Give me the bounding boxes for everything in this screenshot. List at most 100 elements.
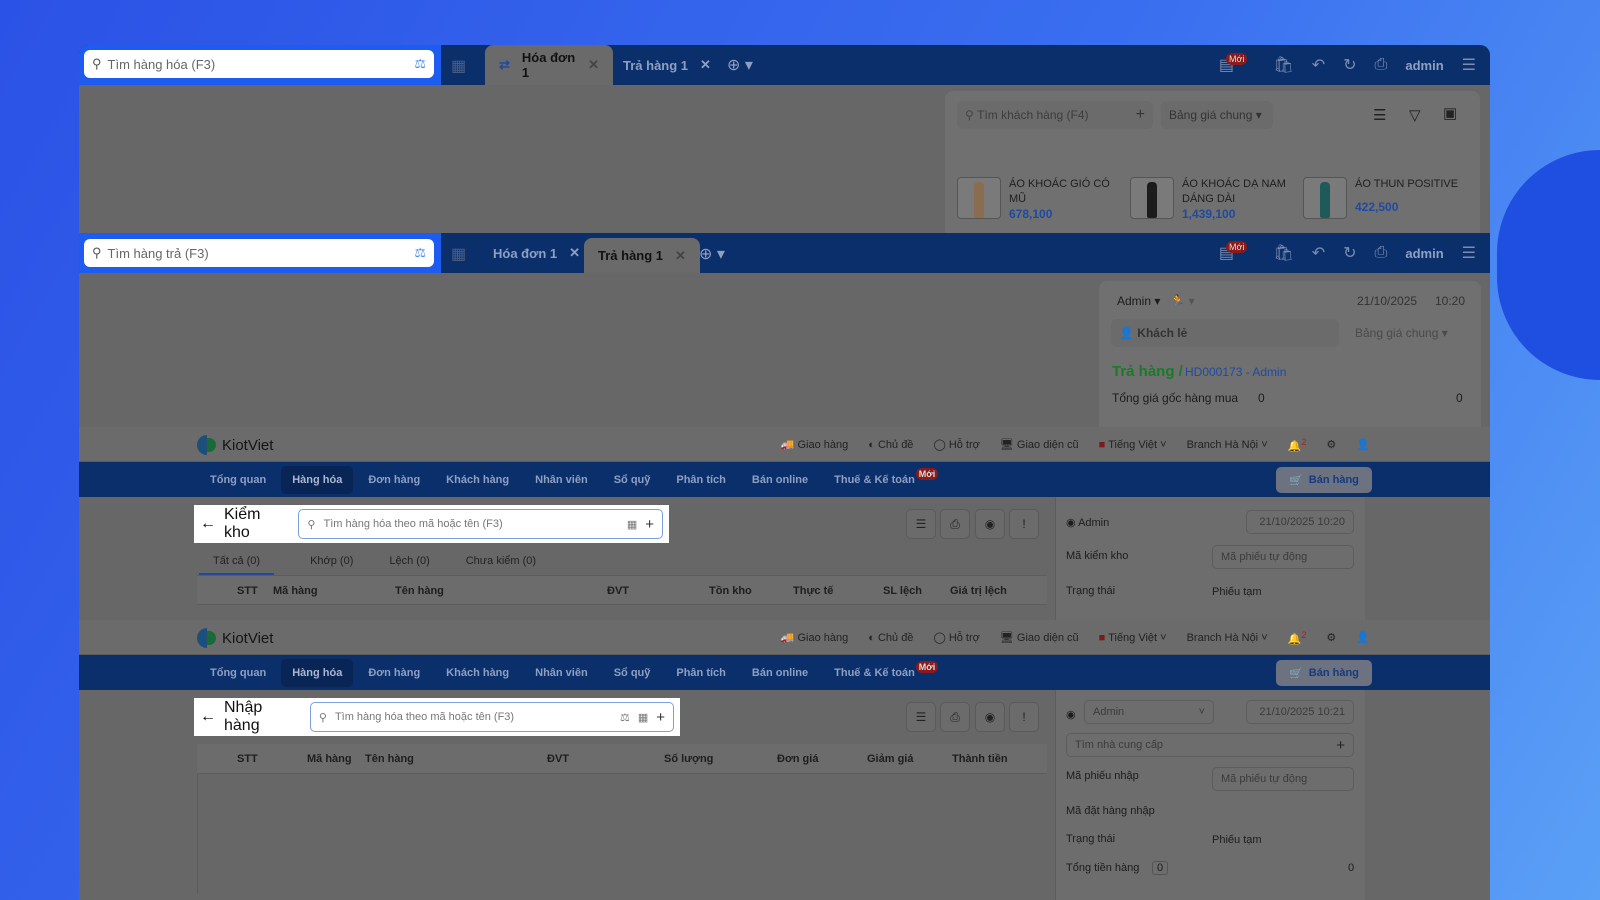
nav-cashbook[interactable]: Sổ quỹ	[603, 466, 662, 494]
nav-products[interactable]: Hàng hóa	[281, 658, 354, 687]
printer-icon[interactable]: ⎙	[1375, 244, 1388, 262]
info-button[interactable]: !	[1009, 702, 1039, 732]
product-card[interactable]: ÁO KHOÁC DẠ NAM DÁNG DÀI 1,439,100	[1130, 177, 1292, 221]
printer-icon[interactable]: ⎙	[1375, 56, 1388, 74]
language-select[interactable]: ■ Tiếng Việt ˅	[1099, 632, 1167, 644]
close-icon[interactable]: ✕	[675, 248, 686, 264]
settings-button[interactable]: ☰	[906, 509, 936, 539]
info-button[interactable]: !	[1009, 509, 1039, 539]
kiotviet-logo[interactable]: KiotViet	[197, 628, 273, 648]
add-icon[interactable]: +	[1136, 106, 1145, 124]
product-search-input[interactable]: ⚲ Tìm hàng hóa (F3) ⚖	[84, 50, 434, 78]
support-link[interactable]: ◯ Hỗ trợ	[933, 438, 979, 451]
sync-icon[interactable]: ↻	[1343, 243, 1356, 263]
product-card[interactable]: ÁO KHOÁC GIÓ CÓ MŨ 678,100	[957, 177, 1119, 221]
language-select[interactable]: ■ Tiếng Việt ˅	[1099, 439, 1167, 451]
product-search-input[interactable]: ⚲ Tìm hàng hóa theo mã hoặc tên (F3) ▦ +	[298, 509, 663, 539]
nav-tax[interactable]: Thuế & Kế toán	[823, 466, 926, 494]
nav-orders[interactable]: Đơn hàng	[357, 466, 431, 494]
supplier-search-input[interactable]: Tìm nhà cung cấp +	[1066, 733, 1354, 757]
nav-online[interactable]: Bán online	[741, 466, 819, 494]
close-icon[interactable]: ✕	[700, 57, 711, 73]
filter-matched[interactable]: Khớp (0)	[310, 555, 353, 575]
customer-search-input[interactable]: ⚲ Tìm khách hàng (F4) +	[957, 101, 1153, 129]
add-tab-icon[interactable]: ⊕ ▾	[699, 244, 725, 264]
filter-icon[interactable]: ▽	[1409, 106, 1421, 124]
customer-field[interactable]: 👤 Khách lẻ	[1111, 319, 1339, 347]
filter-diff[interactable]: Lệch (0)	[389, 555, 429, 575]
theme-link[interactable]: ◐ Chủ đề	[868, 439, 913, 451]
invoice-link[interactable]: HD000173 - Admin	[1185, 365, 1286, 379]
support-link[interactable]: ◯ Hỗ trợ	[933, 631, 979, 644]
price-list-select[interactable]: Bảng giá chung ▾	[1355, 326, 1448, 340]
view-button[interactable]: ◉	[975, 509, 1005, 539]
add-icon[interactable]: +	[645, 516, 654, 533]
print-button[interactable]: ⎙	[940, 702, 970, 732]
user-menu[interactable]: admin	[1405, 58, 1443, 73]
user-menu[interactable]: admin	[1405, 246, 1443, 261]
datetime-field[interactable]: 21/10/2025 10:20	[1246, 510, 1354, 534]
branch-select[interactable]: Branch Hà Nội ˅	[1187, 632, 1268, 644]
filter-all[interactable]: Tất cả (0)	[199, 555, 275, 575]
sync-icon[interactable]: ↻	[1343, 55, 1356, 75]
price-list-select[interactable]: Bảng giá chung ▾	[1161, 101, 1273, 129]
nav-tax[interactable]: Thuế & Kế toán	[823, 659, 926, 687]
avatar[interactable]: 👤	[1356, 438, 1370, 451]
old-ui-link[interactable]: 🖥 Giao diện cũ	[1000, 438, 1079, 451]
nav-employees[interactable]: Nhân viên	[524, 659, 599, 687]
nav-products[interactable]: Hàng hóa	[281, 465, 354, 494]
barcode-scan-icon[interactable]: ▦	[451, 244, 466, 264]
nav-cashbook[interactable]: Sổ quỹ	[603, 659, 662, 687]
avatar[interactable]: 👤	[1356, 631, 1370, 644]
menu-icon[interactable]: ☰	[1462, 243, 1476, 263]
close-icon[interactable]: ✕	[569, 245, 580, 261]
order-icon[interactable]: ▤Mới	[1219, 241, 1256, 263]
bag-icon[interactable]: 🛍	[1273, 243, 1293, 263]
stocktake-code-input[interactable]: Mã phiếu tự động	[1212, 545, 1354, 569]
grid-icon[interactable]: ▦	[627, 518, 637, 531]
gear-icon[interactable]: ⚙	[1326, 631, 1336, 644]
tab-return-1[interactable]: Trả hàng 1 ✕	[609, 45, 725, 85]
nav-employees[interactable]: Nhân viên	[524, 466, 599, 494]
nav-online[interactable]: Bán online	[741, 659, 819, 687]
add-icon[interactable]: +	[656, 709, 665, 726]
nav-customers[interactable]: Khách hàng	[435, 466, 520, 494]
barcode-scan-icon[interactable]: ▦	[451, 56, 466, 76]
return-search-input[interactable]: ⚲ Tìm hàng trả (F3) ⚖	[84, 239, 434, 267]
delivery-link[interactable]: 🚚 Giao hàng	[781, 631, 849, 644]
undo-icon[interactable]: ↶	[1312, 55, 1325, 75]
bag-icon[interactable]: 🛍	[1273, 55, 1293, 75]
settings-button[interactable]: ☰	[906, 702, 936, 732]
branch-select[interactable]: Branch Hà Nội ˅	[1187, 439, 1268, 451]
kiotviet-logo[interactable]: KiotViet	[197, 435, 273, 455]
menu-icon[interactable]: ☰	[1462, 55, 1476, 75]
nav-customers[interactable]: Khách hàng	[435, 659, 520, 687]
tab-invoice-1[interactable]: Hóa đơn 1 ✕	[479, 233, 594, 273]
filter-unchecked[interactable]: Chưa kiểm (0)	[466, 555, 536, 575]
product-search-input[interactable]: ⚲ Tìm hàng hóa theo mã hoặc tên (F3) ⚖ ▦ +	[309, 702, 674, 732]
bell-icon[interactable]: 🔔2	[1288, 437, 1307, 453]
grid-icon[interactable]: ▦	[638, 711, 648, 724]
add-tab-icon[interactable]: ⊕ ▾	[727, 55, 753, 75]
nav-analytics[interactable]: Phân tích	[665, 466, 737, 494]
scale-icon[interactable]: ⚖	[620, 711, 630, 724]
back-arrow-icon[interactable]: ←	[200, 708, 216, 726]
seller-select[interactable]: Admin ▾ 🏃 ▾	[1117, 294, 1195, 308]
nav-analytics[interactable]: Phân tích	[665, 659, 737, 687]
product-card[interactable]: ÁO THUN POSITIVE 422,500	[1303, 177, 1465, 219]
datetime-field[interactable]: 21/10/2025 10:21	[1246, 700, 1354, 724]
order-icon[interactable]: ▤Mới	[1219, 53, 1256, 75]
image-view-icon[interactable]: ▣	[1443, 104, 1457, 122]
nav-orders[interactable]: Đơn hàng	[357, 659, 431, 687]
gear-icon[interactable]: ⚙	[1326, 438, 1336, 451]
undo-icon[interactable]: ↶	[1312, 243, 1325, 263]
date-field[interactable]: 21/10/2025	[1357, 294, 1417, 308]
user-select[interactable]: Admin ˅	[1084, 700, 1214, 724]
view-button[interactable]: ◉	[975, 702, 1005, 732]
sell-button[interactable]: 🛒 Bán hàng	[1276, 660, 1372, 686]
old-ui-link[interactable]: 🖥 Giao diện cũ	[1000, 631, 1079, 644]
tab-return-1[interactable]: Trả hàng 1 ✕	[584, 238, 700, 273]
print-button[interactable]: ⎙	[940, 509, 970, 539]
sell-button[interactable]: 🛒 Bán hàng	[1276, 467, 1372, 493]
bell-icon[interactable]: 🔔2	[1288, 630, 1307, 646]
